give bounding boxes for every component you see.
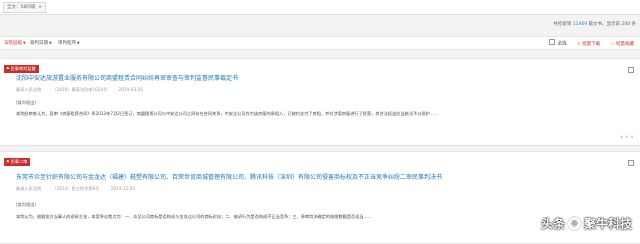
sort-court-level[interactable]: 法院层级▼ (4, 39, 26, 48)
case-checkbox[interactable] (628, 67, 634, 73)
case-number: （2014）民三终字第8号 (52, 186, 100, 191)
case-title-link[interactable]: 沈阳中安达旅游置业服务有限公司商盟租赁合同纠纷再审审查与审判监督民事裁定书 (16, 73, 238, 82)
batch-download-label: 批量下载 (582, 41, 601, 47)
case-type-badge: ⚑民事审判监督 (4, 65, 39, 73)
case-court: 最高人民法院 (16, 186, 42, 191)
close-icon[interactable]: × (38, 5, 42, 10)
flag-icon: ⚑ (6, 66, 10, 71)
sort-judgment-date[interactable]: 裁判日期▼ (30, 39, 52, 48)
badge-label: 民事审判监督 (10, 66, 36, 71)
filter-chip-label: 全文：58同城 (7, 5, 36, 10)
result-count: 11469 (572, 22, 588, 27)
batch-download-button[interactable]: ⇩ 批量下载 (577, 42, 600, 47)
case-excerpt: 本院认为，根据各方当事人的诉辩主张，本案争议焦点为：一、众至公司商标是否构成与金… (16, 214, 372, 219)
expand-toggle[interactable]: ∨ ∨ ∨ (620, 134, 634, 139)
sort-bar: 法院层级▼ 裁判日期▼ 审判程序▼ 全选 ⇩ 批量下载 ☆ 批量收藏 (0, 36, 640, 50)
case-number: （2019）最高法民申1024号 (52, 87, 108, 92)
flag-icon: ⚑ (6, 159, 10, 164)
batch-collect-label: 批量收藏 (616, 41, 634, 47)
case-meta: 最高人民法院 （2019）最高法民申1024号 2019-03-25 (16, 87, 153, 93)
sort-arrow-icon: ▼ (23, 41, 26, 45)
watermark: 头条 ◎ 聚牛科技 (541, 212, 632, 234)
sort-arrow-icon: ▼ (77, 41, 80, 45)
case-court: 最高人民法院 (16, 87, 42, 92)
select-all-checkbox[interactable] (549, 39, 556, 45)
case-card: ⚑民事审判监督 沈阳中安达旅游置业服务有限公司商盟租赁合同纠纷再审审查与审判监督… (0, 58, 640, 146)
case-title-link[interactable]: 东莞市众至针织有限公司与金龙达（福建）鞋塑有限公司、百荣世贸商城管理有限公司、腾… (16, 172, 442, 181)
summary-middle: 篇文书，显示前 (588, 22, 621, 27)
sort-trial-procedure[interactable]: 审判程序▼ (58, 39, 80, 48)
filter-bar: 全文：58同城 × (0, 0, 640, 15)
case-type-badge: ⚑民事二审 (4, 158, 31, 166)
filter-chip-fulltext[interactable]: 全文：58同城 × (3, 2, 47, 13)
reason-label: [裁判理由] (16, 100, 37, 105)
sort-label: 审判程序 (58, 41, 76, 46)
sort-label: 法院层级 (4, 41, 22, 46)
summary-prefix: 共检索到 (553, 22, 572, 27)
watermark-logo-icon: ◎ (567, 216, 581, 230)
watermark-name: 聚牛科技 (583, 216, 632, 231)
result-summary: 共检索到 11469 篇文书，显示前 200 条 (553, 21, 636, 27)
case-excerpt: 本院经审查认为，庭审《房屋租赁合同》系2013年7月2日签订，商盟租赁公司与中安… (16, 111, 439, 116)
summary-suffix: 条 (631, 22, 637, 27)
case-date: 2019-03-25 (118, 87, 143, 92)
sort-label: 裁判日期 (30, 41, 48, 46)
case-meta: 最高人民法院 （2014）民三终字第8号 2014-12-02 (16, 186, 145, 192)
result-limit: 200 (621, 22, 631, 27)
case-checkbox[interactable] (628, 160, 634, 166)
select-all-label[interactable]: 全选 (557, 42, 566, 47)
batch-tools: 全选 ⇩ 批量下载 ☆ 批量收藏 (549, 39, 634, 49)
badge-label: 民事二审 (10, 159, 28, 164)
sort-arrow-icon: ▼ (49, 41, 52, 45)
batch-collect-button[interactable]: ☆ 批量收藏 (611, 42, 634, 47)
case-date: 2014-12-02 (110, 186, 135, 191)
watermark-prefix: 头条 (540, 216, 565, 231)
reason-label: [裁判理由] (16, 202, 37, 207)
